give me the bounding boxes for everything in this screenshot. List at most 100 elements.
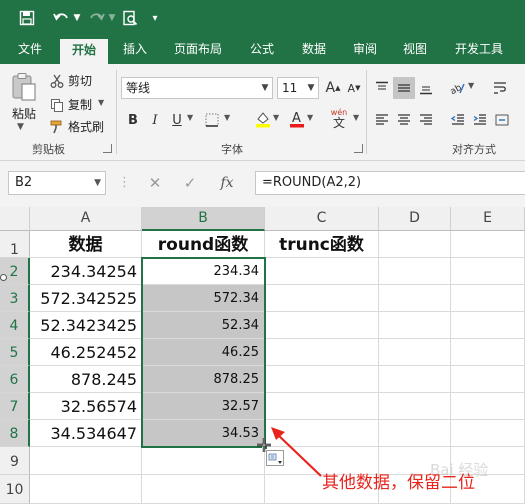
cell-a2[interactable]: 234.34254 [30,258,142,285]
cell-b5[interactable]: 46.25 [142,339,265,366]
cell-e3[interactable] [451,285,525,312]
copy-dropdown-icon[interactable]: ▼ [98,98,104,107]
cell-c3[interactable] [265,285,379,312]
paste-dropdown-icon[interactable]: ▼ [17,122,24,132]
cell-e4[interactable] [451,312,525,339]
cell-a1[interactable]: 数据 [30,231,142,258]
italic-button[interactable]: I [144,109,166,131]
cell-a4[interactable]: 52.3423425 [30,312,142,339]
cell-d5[interactable] [379,339,451,366]
cell-b9[interactable] [142,447,265,475]
cell-a3[interactable]: 572.342525 [30,285,142,312]
cell-b4[interactable]: 52.34 [142,312,265,339]
cell-c1[interactable]: trunc函数 [265,231,379,258]
cell-b6[interactable]: 878.25 [142,366,265,393]
cell-e2[interactable] [451,258,525,285]
row-header-9[interactable]: 9 [0,447,30,475]
tab-formulas[interactable]: 公式 [240,36,284,64]
cell-c7[interactable] [265,393,379,420]
row-header-10[interactable]: 10 [0,475,30,504]
cell-b1[interactable]: round函数 [142,231,265,258]
select-all-button[interactable] [0,207,30,231]
font-name-select[interactable]: 等线 ▼ [121,77,273,99]
tab-data[interactable]: 数据 [292,36,336,64]
increase-font-size-icon[interactable]: A ▲ [322,77,344,99]
enter-icon[interactable]: ✓ [177,171,203,195]
underline-dropdown-icon[interactable]: ▼ [187,113,193,122]
font-color-icon[interactable]: A [286,108,308,130]
decrease-indent-icon[interactable] [447,109,469,131]
merge-center-icon[interactable] [491,109,513,131]
cancel-icon[interactable]: ✕ [142,171,168,195]
save-icon[interactable] [14,0,40,36]
paste-icon[interactable] [10,72,38,102]
paste-button-label[interactable]: 粘贴 [12,105,36,122]
fill-color-icon[interactable] [252,108,274,130]
print-preview-icon[interactable] [118,0,142,36]
row-header-6[interactable]: 6 [0,366,30,393]
tab-view[interactable]: 视图 [393,36,437,64]
column-header-a[interactable]: A [30,207,142,231]
font-size-select[interactable]: 11 ▼ [277,77,319,99]
font-launcher-icon[interactable] [354,144,363,153]
font-color-dropdown-icon[interactable]: ▼ [307,113,313,122]
borders-dropdown-icon[interactable]: ▼ [224,113,230,122]
customize-toolbar-icon[interactable]: ▾ [146,0,164,36]
cell-a5[interactable]: 46.252452 [30,339,142,366]
name-box[interactable]: B2 ▼ [8,171,106,195]
bottom-align-icon[interactable] [415,77,437,99]
column-header-c[interactable]: C [265,207,379,231]
align-left-icon[interactable] [371,109,393,131]
align-center-icon[interactable] [393,109,415,131]
column-header-d[interactable]: D [379,207,451,231]
align-right-icon[interactable] [415,109,437,131]
tab-insert[interactable]: 插入 [113,36,157,64]
bold-button[interactable]: B [122,109,144,131]
row-header-5[interactable]: 5 [0,339,30,366]
copy-button[interactable]: 复制 [68,96,92,113]
decrease-font-size-icon[interactable]: A ▼ [343,77,365,99]
borders-icon[interactable] [201,109,223,131]
cell-d7[interactable] [379,393,451,420]
cell-c6[interactable] [265,366,379,393]
row-header-8[interactable]: 8 [0,420,30,447]
orientation-icon[interactable]: ab [447,77,469,99]
increase-indent-icon[interactable] [469,109,491,131]
cell-d2[interactable] [379,258,451,285]
cell-e5[interactable] [451,339,525,366]
clipboard-launcher-icon[interactable] [103,144,112,153]
wrap-text-icon[interactable] [489,77,511,99]
cell-b3[interactable]: 572.34 [142,285,265,312]
cell-d4[interactable] [379,312,451,339]
underline-button[interactable]: U [166,109,188,131]
phonetic-dropdown-icon[interactable]: ▼ [353,113,359,122]
cell-b10[interactable] [142,475,265,504]
row-header-4[interactable]: 4 [0,312,30,339]
cell-a9[interactable] [30,447,142,475]
tab-review[interactable]: 审阅 [343,36,387,64]
middle-align-icon[interactable] [393,77,415,99]
tab-developer[interactable]: 开发工具 [447,36,511,64]
cell-e8[interactable] [451,420,525,447]
column-header-e[interactable]: E [451,207,525,231]
orientation-dropdown-icon[interactable]: ▼ [468,81,474,90]
row-header-3[interactable]: 3 [0,285,30,312]
fill-color-dropdown-icon[interactable]: ▼ [273,113,279,122]
tab-file[interactable]: 文件 [8,36,52,64]
cut-button[interactable]: 剪切 [68,72,92,89]
cell-a7[interactable]: 32.56574 [30,393,142,420]
phonetic-guide-icon[interactable]: wén 文 [326,106,352,132]
cell-d8[interactable] [379,420,451,447]
row-header-1[interactable]: 1 [0,231,30,258]
cell-d3[interactable] [379,285,451,312]
cell-d6[interactable] [379,366,451,393]
cell-c5[interactable] [265,339,379,366]
cell-e1[interactable] [451,231,525,258]
cell-d1[interactable] [379,231,451,258]
cell-c2[interactable] [265,258,379,285]
tab-home[interactable]: 开始 [60,39,108,64]
column-header-b[interactable]: B [142,207,265,231]
top-align-icon[interactable] [371,77,393,99]
formula-input[interactable]: =ROUND(A2,2) [255,171,525,195]
cell-b8[interactable]: 34.53 [142,420,265,447]
